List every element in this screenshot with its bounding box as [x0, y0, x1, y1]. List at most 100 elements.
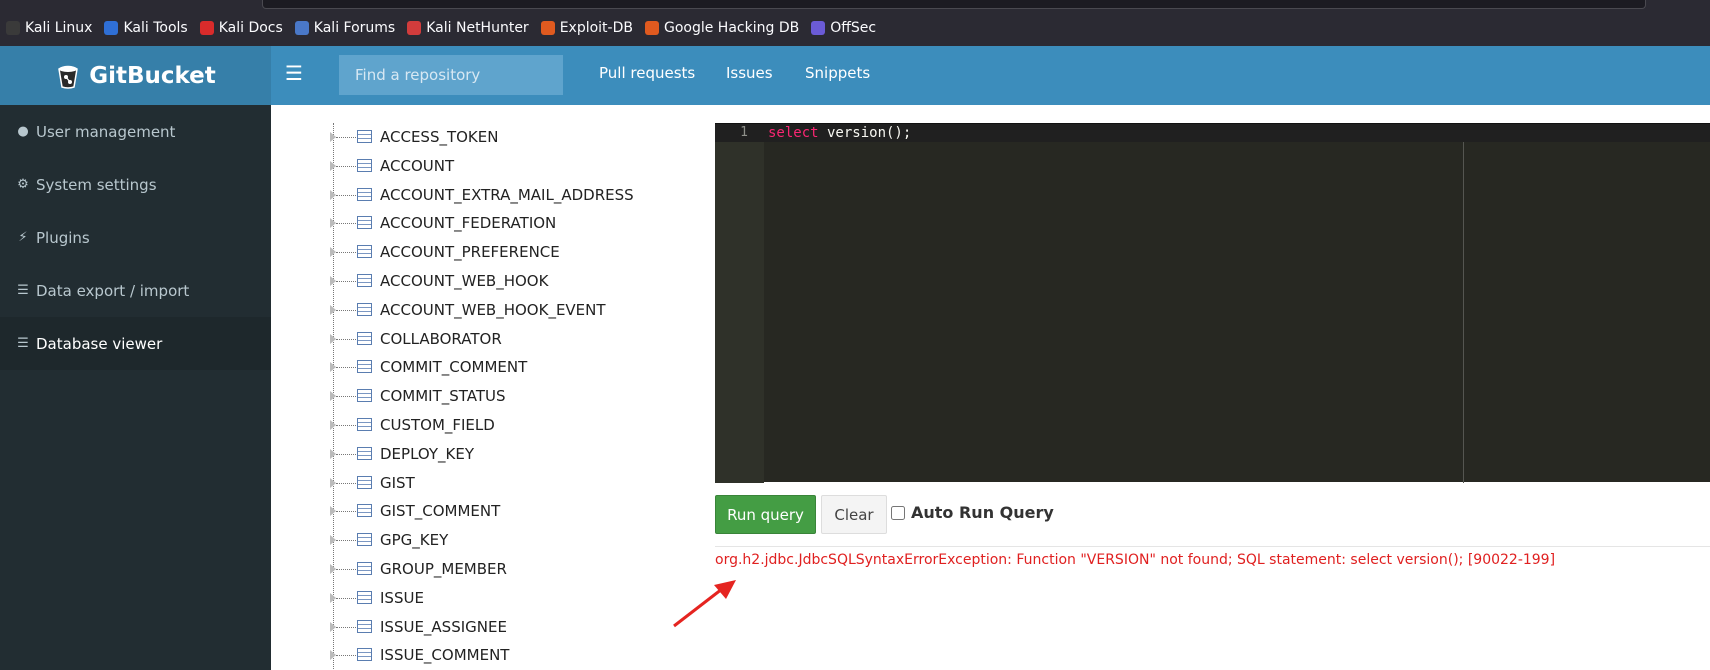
table-name[interactable]: DEPLOY_KEY — [380, 445, 474, 463]
table-name[interactable]: GIST — [380, 474, 415, 492]
table-name[interactable]: COMMIT_STATUS — [380, 387, 506, 405]
table-node[interactable]: ISSUE_COMMENT — [330, 641, 710, 670]
table-icon — [357, 533, 372, 547]
run-query-button[interactable]: Run query — [715, 495, 816, 534]
table-icon — [357, 417, 372, 431]
nethunter-icon — [407, 21, 422, 35]
table-icon — [357, 389, 372, 403]
gear-icon: ⚙ — [17, 176, 29, 192]
kali-forums-icon — [294, 21, 309, 35]
table-node[interactable]: COMMIT_COMMENT — [330, 353, 710, 382]
table-node[interactable]: ISSUE_ASSIGNEE — [330, 613, 710, 642]
bookmark-label: Kali Linux — [25, 20, 93, 36]
auto-run-label: Auto Run Query — [911, 503, 1054, 522]
bookmark-label: Google Hacking DB — [663, 20, 800, 36]
nav-issues[interactable]: Issues — [726, 64, 773, 82]
tree-connector — [336, 396, 356, 398]
tree-connector — [336, 137, 356, 138]
bookmark-offsec[interactable]: OffSec — [811, 20, 876, 36]
table-node[interactable]: GPG_KEY — [330, 526, 710, 555]
table-name[interactable]: GROUP_MEMBER — [380, 560, 507, 578]
table-name[interactable]: ISSUE_ASSIGNEE — [380, 618, 507, 636]
table-node[interactable]: ACCOUNT_WEB_HOOK — [330, 267, 710, 296]
sidebar-item-data-export-import[interactable]: ☰ Data export / import — [0, 264, 271, 317]
table-node[interactable]: ACCOUNT_WEB_HOOK_EVENT — [330, 296, 710, 325]
table-name[interactable]: ISSUE — [380, 589, 424, 607]
auto-run-checkbox[interactable] — [891, 505, 905, 520]
nav-snippets[interactable]: Snippets — [805, 64, 870, 82]
sql-editor[interactable]: 1 select version(); — [715, 123, 1710, 483]
table-name[interactable]: GIST_COMMENT — [380, 502, 500, 520]
table-node[interactable]: GIST_COMMENT — [330, 497, 710, 526]
table-name[interactable]: CUSTOM_FIELD — [380, 416, 495, 434]
nav-pull-requests[interactable]: Pull requests — [599, 64, 695, 82]
table-icon — [357, 360, 372, 374]
table-node[interactable]: GIST — [330, 469, 710, 498]
bookmark-label: Kali Tools — [123, 20, 188, 36]
table-node[interactable]: CUSTOM_FIELD — [330, 411, 710, 440]
table-node[interactable]: ACCOUNT_PREFERENCE — [330, 238, 710, 267]
bookmark-google-hacking-db[interactable]: Google Hacking DB — [644, 20, 800, 36]
sidebar: ● User management ⚙ System settings ⚡ Pl… — [0, 105, 271, 670]
tree-connector — [336, 367, 356, 369]
tree-connector — [336, 453, 356, 455]
bookmark-kali-tools[interactable]: Kali Tools — [104, 20, 188, 36]
table-icon — [357, 504, 372, 518]
kali-tools-icon — [104, 21, 119, 35]
table-name[interactable]: ACCOUNT_WEB_HOOK — [380, 272, 548, 290]
menu-toggle-icon[interactable]: ☰ — [285, 62, 305, 86]
table-name[interactable]: COLLABORATOR — [380, 330, 502, 348]
code-line[interactable]: select version(); — [768, 125, 911, 141]
table-tree: ACCESS_TOKEN ACCOUNT ACCOUNT_EXTRA_MAIL_AD… — [330, 123, 710, 670]
auto-run-toggle[interactable]: Auto Run Query — [891, 503, 1054, 522]
table-node[interactable]: ISSUE — [330, 584, 710, 613]
table-node[interactable]: COMMIT_STATUS — [330, 382, 710, 411]
tree-connector — [336, 223, 356, 225]
table-name[interactable]: ACCESS_TOKEN — [380, 128, 498, 146]
sidebar-item-plugins[interactable]: ⚡ Plugins — [0, 211, 271, 264]
brand[interactable]: GitBucket — [0, 46, 271, 105]
table-icon — [357, 475, 372, 489]
table-icon — [357, 331, 372, 345]
bookmark-kali-linux[interactable]: Kali Linux — [6, 20, 92, 36]
table-node[interactable]: DEPLOY_KEY — [330, 440, 710, 469]
sidebar-item-database-viewer[interactable]: ☰ Database viewer — [0, 317, 271, 370]
table-name[interactable]: ACCOUNT_WEB_HOOK_EVENT — [380, 301, 606, 319]
table-name[interactable]: ACCOUNT_PREFERENCE — [380, 243, 560, 261]
sidebar-item-label: User management — [36, 122, 176, 141]
bookmark-kali-docs[interactable]: Kali Docs — [199, 20, 283, 36]
table-name[interactable]: ISSUE_COMMENT — [380, 646, 509, 664]
kali-docs-icon — [199, 21, 214, 35]
bookmark-kali-nethunter[interactable]: Kali NetHunter — [407, 20, 529, 36]
url-bar[interactable] — [262, 0, 1646, 9]
table-node[interactable]: COLLABORATOR — [330, 325, 710, 354]
sidebar-item-system-settings[interactable]: ⚙ System settings — [0, 158, 271, 211]
table-icon — [357, 158, 372, 172]
tree-connector — [336, 338, 356, 340]
table-icon — [357, 590, 372, 604]
table-node[interactable]: ACCESS_TOKEN — [330, 123, 710, 152]
tree-connector — [336, 309, 356, 311]
table-name[interactable]: ACCOUNT_FEDERATION — [380, 214, 556, 232]
table-name[interactable]: COMMIT_COMMENT — [380, 358, 527, 376]
sidebar-item-label: System settings — [36, 175, 157, 194]
table-name[interactable]: ACCOUNT — [380, 157, 454, 175]
table-node[interactable]: ACCOUNT_EXTRA_MAIL_ADDRESS — [330, 181, 710, 210]
table-name[interactable]: GPG_KEY — [380, 531, 448, 549]
bookmark-exploit-db[interactable]: Exploit-DB — [540, 20, 633, 36]
table-icon — [357, 648, 372, 662]
sidebar-item-user-management[interactable]: ● User management — [0, 105, 271, 158]
tree-connector — [336, 597, 356, 599]
table-node[interactable]: GROUP_MEMBER — [330, 555, 710, 584]
clear-button[interactable]: Clear — [821, 495, 887, 534]
search-input[interactable] — [339, 55, 563, 95]
table-node[interactable]: ACCOUNT_FEDERATION — [330, 209, 710, 238]
table-name[interactable]: ACCOUNT_EXTRA_MAIL_ADDRESS — [380, 186, 634, 204]
annotation-arrow-icon — [673, 580, 736, 628]
bookmark-kali-forums[interactable]: Kali Forums — [294, 20, 396, 36]
bookmark-label: Kali Forums — [313, 20, 396, 36]
app-header: GitBucket ☰ Pull requests Issues Snippet… — [0, 46, 1710, 105]
table-icon — [357, 187, 372, 201]
tree-connector — [336, 165, 356, 167]
table-node[interactable]: ACCOUNT — [330, 152, 710, 181]
